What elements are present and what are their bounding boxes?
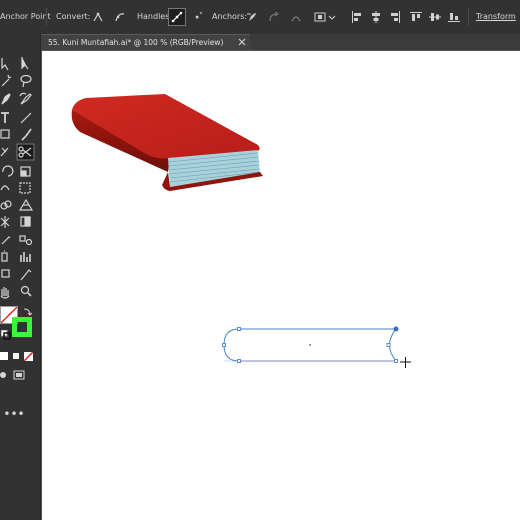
align-horizontal-center-button[interactable] bbox=[367, 8, 385, 26]
artboard-icon[interactable] bbox=[1, 269, 10, 278]
cut-path-button[interactable] bbox=[287, 8, 305, 26]
book-cover bbox=[72, 94, 260, 159]
lasso-icon[interactable] bbox=[20, 74, 32, 88]
color-mode-icon[interactable] bbox=[0, 352, 8, 360]
screen-mode-icon[interactable] bbox=[13, 369, 25, 381]
align-right-icon bbox=[391, 11, 400, 23]
type-icon[interactable] bbox=[1, 112, 9, 123]
align-bottom-button[interactable] bbox=[445, 8, 463, 26]
cut-path-icon bbox=[291, 16, 301, 22]
gradient-icon[interactable] bbox=[20, 216, 31, 227]
align-right-button[interactable] bbox=[386, 8, 404, 26]
hide-handles-icon bbox=[195, 11, 203, 19]
symbol-sprayer-icon[interactable] bbox=[1, 250, 8, 262]
edit-toolbar-icon[interactable]: ••• bbox=[3, 408, 24, 420]
transform-link[interactable]: Transform bbox=[476, 12, 516, 21]
eyedropper-icon[interactable] bbox=[1, 236, 11, 245]
document-tab-title: 55. Kuni Muntafiah.ai* @ 100 % (RGB/Prev… bbox=[48, 38, 224, 47]
zoom-icon[interactable] bbox=[20, 285, 32, 297]
blend-icon[interactable] bbox=[19, 235, 33, 246]
curvature-icon[interactable] bbox=[19, 92, 32, 105]
align-horizontal-center-icon bbox=[372, 11, 380, 23]
hide-handles-button[interactable] bbox=[188, 8, 206, 26]
convert-to-corner-button[interactable] bbox=[89, 8, 107, 26]
magic-wand-icon[interactable] bbox=[1, 74, 12, 87]
selection-tool-icon[interactable] bbox=[1, 58, 9, 71]
remove-anchor-button[interactable] bbox=[243, 8, 261, 26]
tools-panel: ••• bbox=[0, 34, 41, 520]
slice-icon[interactable] bbox=[20, 269, 32, 281]
shaper-icon[interactable] bbox=[0, 147, 9, 157]
hand-icon[interactable] bbox=[0, 287, 10, 299]
default-fill-stroke-icon[interactable] bbox=[1, 330, 11, 340]
free-transform-icon[interactable] bbox=[19, 182, 31, 194]
connect-path-icon bbox=[269, 11, 279, 22]
swap-fill-stroke-icon[interactable] bbox=[23, 306, 33, 316]
direct-selection-tool-icon[interactable] bbox=[21, 57, 29, 70]
drawing-mode-icon[interactable] bbox=[0, 370, 10, 380]
rotate-icon[interactable] bbox=[2, 165, 14, 177]
convert-label: Convert: bbox=[56, 12, 91, 21]
gradient-mode-icon[interactable] bbox=[12, 352, 20, 360]
mesh-icon[interactable] bbox=[0, 216, 10, 228]
align-to-dropdown[interactable] bbox=[312, 8, 340, 26]
control-divider bbox=[468, 8, 469, 26]
align-bottom-icon bbox=[448, 13, 460, 22]
pen-minus-icon bbox=[247, 13, 256, 21]
convert-corner-icon bbox=[93, 12, 103, 22]
none-mode-icon[interactable] bbox=[24, 352, 33, 361]
align-vertical-center-button[interactable] bbox=[426, 8, 444, 26]
stroke-swatch[interactable] bbox=[12, 317, 32, 337]
scale-icon[interactable] bbox=[20, 166, 31, 177]
artboard-canvas[interactable] bbox=[42, 51, 520, 520]
document-tab[interactable]: 55. Kuni Muntafiah.ai* @ 100 % (RGB/Prev… bbox=[41, 34, 250, 50]
align-vertical-center-icon bbox=[429, 13, 441, 21]
tools-grid bbox=[0, 57, 35, 299]
convert-smooth-icon bbox=[115, 13, 125, 22]
close-icon[interactable] bbox=[237, 37, 247, 47]
align-to-selection-icon bbox=[314, 12, 336, 22]
paintbrush-icon[interactable] bbox=[21, 128, 32, 141]
artwork bbox=[71, 94, 411, 368]
perspective-grid-icon[interactable] bbox=[18, 198, 34, 211]
align-top-button[interactable] bbox=[407, 8, 425, 26]
show-handles-button[interactable] bbox=[168, 8, 186, 26]
connect-anchors-button[interactable] bbox=[265, 8, 283, 26]
anchors-label: Anchors: bbox=[212, 12, 248, 21]
tool-name-label: Anchor Point bbox=[0, 12, 51, 21]
align-top-icon bbox=[410, 12, 422, 21]
handles-label: Handles: bbox=[137, 12, 173, 21]
book-illustration[interactable] bbox=[71, 94, 263, 191]
width-icon[interactable] bbox=[0, 185, 10, 191]
scissors-cursor bbox=[400, 357, 411, 368]
column-graph-icon[interactable] bbox=[20, 252, 31, 262]
pen-icon[interactable] bbox=[1, 93, 11, 105]
line-segment-icon[interactable] bbox=[20, 112, 32, 124]
convert-to-smooth-button[interactable] bbox=[111, 8, 129, 26]
selected-anchor[interactable] bbox=[393, 326, 399, 332]
center-point bbox=[309, 344, 311, 346]
shape-builder-icon[interactable] bbox=[0, 200, 12, 210]
document-tab-bar: 55. Kuni Muntafiah.ai* @ 100 % (RGB/Prev… bbox=[41, 34, 520, 50]
show-handles-icon bbox=[171, 11, 183, 23]
rectangle-icon[interactable] bbox=[0, 129, 10, 139]
align-left-button[interactable] bbox=[348, 8, 366, 26]
align-left-icon bbox=[352, 11, 361, 23]
control-bar: Anchor Point Convert: Handles: Anchors: bbox=[0, 0, 520, 35]
selected-path[interactable] bbox=[222, 326, 399, 363]
control-divider bbox=[46, 8, 47, 26]
